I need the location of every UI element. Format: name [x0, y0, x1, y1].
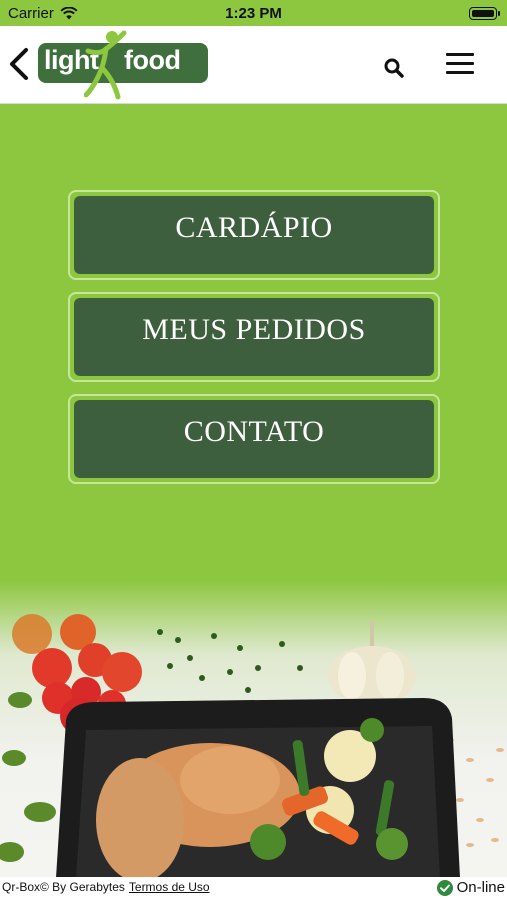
- online-label: On-line: [456, 879, 505, 896]
- contato-button[interactable]: CONTATO: [68, 394, 440, 484]
- online-status: On-line: [436, 879, 505, 896]
- terms-link[interactable]: Termos de Uso: [129, 880, 210, 894]
- footer: Qr-Box© By Gerabytes Termos de Uso On-lin…: [0, 877, 507, 900]
- running-figure-icon: [84, 30, 127, 100]
- back-button[interactable]: [4, 42, 36, 86]
- hamburger-line: [446, 71, 474, 74]
- battery-icon: [469, 7, 500, 20]
- main-menu: CARDÁPIO MEUS PEDIDOS CONTATO: [68, 190, 440, 496]
- cardapio-label: CARDÁPIO: [74, 196, 434, 274]
- contato-label: CONTATO: [74, 400, 434, 478]
- cardapio-button[interactable]: CARDÁPIO: [68, 190, 440, 280]
- footer-credit: Qr-Box© By Gerabytes Termos de Uso: [2, 880, 210, 894]
- meus-pedidos-label: MEUS PEDIDOS: [74, 298, 434, 376]
- hamburger-line: [446, 53, 474, 56]
- search-button[interactable]: [382, 56, 406, 80]
- back-chevron-icon: [10, 48, 28, 80]
- logo-text-food: food: [124, 45, 181, 75]
- food-tray: [56, 698, 460, 878]
- meus-pedidos-button[interactable]: MEUS PEDIDOS: [68, 292, 440, 382]
- check-circle-icon: [436, 879, 453, 896]
- hamburger-menu-button[interactable]: [446, 53, 476, 77]
- search-icon: [384, 58, 404, 78]
- hamburger-line: [446, 62, 474, 65]
- app-header: light food: [0, 26, 507, 104]
- credit-text: Qr-Box© By Gerabytes: [2, 880, 125, 894]
- clock: 1:23 PM: [225, 5, 282, 22]
- food-background-image: [0, 580, 507, 878]
- status-bar: Carrier 1:23 PM: [0, 0, 507, 26]
- lightfood-logo[interactable]: light food: [38, 29, 210, 101]
